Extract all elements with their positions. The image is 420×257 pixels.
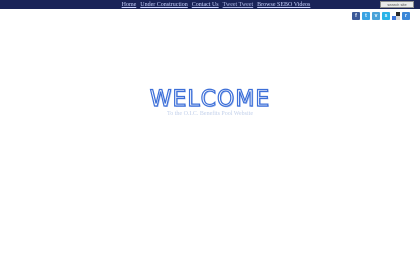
rss-icon[interactable]: r: [402, 12, 410, 20]
twitter-icon[interactable]: t: [362, 12, 370, 20]
welcome-subtitle: To the O.I.C. Benefits Pool Website: [167, 111, 253, 117]
vimeo-icon[interactable]: v: [372, 12, 380, 20]
nav-link-under-construction[interactable]: Under Construction: [140, 1, 188, 9]
nav-link-contact-us[interactable]: Contact Us: [192, 1, 219, 9]
nav-link-browse-sebo-videos[interactable]: Browse SEBO Videos: [257, 1, 310, 9]
nav-link-tweet-tweet[interactable]: Tweet Tweet: [223, 1, 254, 9]
nav-link-home[interactable]: Home: [122, 1, 137, 9]
welcome-title: WELCOME: [149, 87, 271, 112]
top-navigation-bar: Home Under Construction Contact Us Tweet…: [0, 0, 420, 9]
skype-icon[interactable]: s: [382, 12, 390, 20]
social-icons: f t v s r: [352, 12, 410, 20]
delicious-icon[interactable]: [392, 12, 400, 20]
search-input[interactable]: search site: [380, 1, 414, 8]
main-nav: Home Under Construction Contact Us Tweet…: [122, 1, 311, 9]
facebook-icon[interactable]: f: [352, 12, 360, 20]
